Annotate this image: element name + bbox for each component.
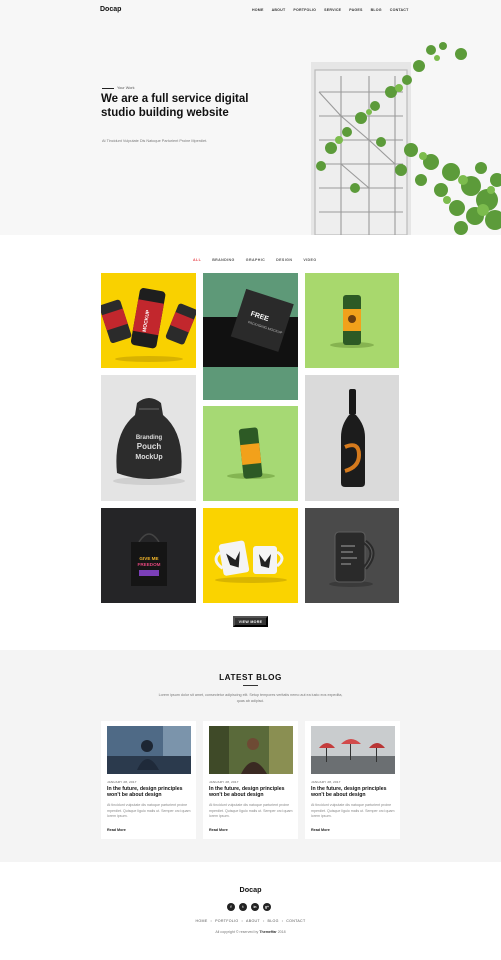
- nav-item-contact[interactable]: CONTACT: [390, 8, 409, 12]
- hero-tag-label: Your Work: [117, 86, 135, 90]
- post-date: JANUARY 28, 2017: [107, 780, 137, 784]
- post-title[interactable]: In the future, design principles won't b…: [209, 786, 293, 799]
- footer-link-home[interactable]: HOME: [196, 919, 208, 923]
- blog-card: JANUARY 28, 2017 In the future, design p…: [101, 721, 196, 839]
- nav-item-blog[interactable]: BLOG: [371, 8, 382, 12]
- hero-section: Docap HOME ABOUT PORTFOLIO SERVICE PAGES…: [0, 0, 501, 235]
- portfolio-item-cans[interactable]: MOCKUP: [101, 273, 196, 368]
- pouch-mockup-image: Branding Pouch MockUp: [113, 398, 185, 485]
- post-title[interactable]: In the future, design principles won't b…: [311, 786, 395, 799]
- post-excerpt: At tincidunt vulputate dis natoque partu…: [311, 803, 395, 819]
- footer-link-blog[interactable]: BLOG: [268, 919, 279, 923]
- blog-image-girl-forest[interactable]: [209, 726, 293, 774]
- cans-mockup-image: MOCKUP: [101, 288, 196, 362]
- blog-card: JANUARY 28, 2017 In the future, design p…: [203, 721, 298, 839]
- post-date: JANUARY 28, 2017: [311, 780, 341, 784]
- copyright-prefix: All copyright © reserved by: [215, 930, 259, 934]
- portfolio-item-packaging[interactable]: FREE PACKAGING MOCKUP: [203, 273, 298, 400]
- portfolio-item-mugs[interactable]: [203, 508, 298, 603]
- portfolio-item-bottle[interactable]: [305, 375, 399, 501]
- hero-tag-line: [102, 87, 114, 89]
- footer-nav: HOME • PORTFOLIO • ABOUT • BLOG • CONTAC…: [0, 919, 501, 923]
- footer-link-about[interactable]: ABOUT: [246, 919, 260, 923]
- copyright-brand[interactable]: Themeffar: [259, 930, 276, 934]
- portfolio-item-green-can[interactable]: [305, 273, 399, 368]
- copyright-year: 2018: [277, 930, 286, 934]
- footer-link-contact[interactable]: CONTACT: [286, 919, 305, 923]
- read-more-link[interactable]: Read More: [209, 828, 228, 832]
- post-excerpt: At tincidunt vulputate dis natoque partu…: [107, 803, 191, 819]
- hero-tag: Your Work: [102, 86, 135, 90]
- nav-item-pages[interactable]: PAGES: [349, 8, 362, 12]
- post-title[interactable]: In the future, design principles won't b…: [107, 786, 191, 799]
- google-plus-icon[interactable]: g+: [263, 903, 271, 911]
- mugs-mockup-image: [214, 540, 287, 583]
- filter-graphic[interactable]: GRAPHIC: [246, 258, 265, 262]
- portfolio-item-glass-mug[interactable]: [305, 508, 399, 603]
- hero-title: We are a full service digital studio bui…: [101, 93, 249, 119]
- read-more-link[interactable]: Read More: [311, 828, 330, 832]
- blog-title: LATEST BLOG: [219, 673, 282, 682]
- nav-item-service[interactable]: SERVICE: [324, 8, 341, 12]
- nav-item-about[interactable]: ABOUT: [272, 8, 286, 12]
- portfolio-item-can-green[interactable]: [203, 406, 298, 501]
- can-green-image: [227, 427, 275, 479]
- footer-separator: •: [262, 919, 265, 923]
- blog-image-umbrellas[interactable]: [311, 726, 395, 774]
- footer-separator: •: [281, 919, 284, 923]
- portfolio-filters: ALL BRANDING GRAPHIC DESIGN VIDEO: [193, 258, 317, 262]
- hero-subtitle: At Tincidunt Vulputate Dis Natoque Partu…: [102, 139, 208, 143]
- pouch-text-1: Branding: [136, 435, 163, 441]
- footer-logo[interactable]: Docap: [0, 885, 501, 894]
- nav-item-portfolio[interactable]: PORTFOLIO: [293, 8, 316, 12]
- site-logo[interactable]: Docap: [100, 6, 121, 13]
- packaging-mockup-image: FREE PACKAGING MOCKUP: [203, 288, 298, 400]
- filter-branding[interactable]: BRANDING: [212, 258, 235, 262]
- filter-video[interactable]: VIDEO: [303, 258, 316, 262]
- blog-image-woman-sitting[interactable]: [107, 726, 191, 774]
- bag-text-2: FREEDOM: [138, 562, 161, 567]
- portfolio-item-bag[interactable]: GIVE ME FREEDOM: [101, 508, 196, 603]
- bottle-mockup-image: [341, 389, 365, 487]
- main-nav: HOME ABOUT PORTFOLIO SERVICE PAGES BLOG …: [252, 8, 408, 12]
- blog-description: Lorem ipsum dolor sit amet, consectetur …: [158, 693, 343, 704]
- blog-card: JANUARY 28, 2017 In the future, design p…: [305, 721, 400, 839]
- filter-all[interactable]: ALL: [193, 258, 201, 262]
- hero-building-illustration: [311, 40, 501, 235]
- footer-separator: •: [210, 919, 213, 923]
- bag-mockup-image: GIVE ME FREEDOM: [131, 533, 167, 586]
- footer-link-portfolio[interactable]: PORTFOLIO: [215, 919, 238, 923]
- facebook-icon[interactable]: f: [227, 903, 235, 911]
- filter-design[interactable]: DESIGN: [276, 258, 292, 262]
- twitter-icon[interactable]: t: [239, 903, 247, 911]
- view-more-button[interactable]: VIEW MORE: [233, 616, 268, 627]
- post-date: JANUARY 28, 2017: [209, 780, 239, 784]
- copyright-text: All copyright © reserved by Themeffar 20…: [0, 930, 501, 934]
- read-more-link[interactable]: Read More: [107, 828, 126, 832]
- green-can-image: [330, 295, 374, 348]
- post-excerpt: At tincidunt vulputate dis natoque partu…: [209, 803, 293, 819]
- pouch-text-3: MockUp: [135, 454, 162, 461]
- footer-separator: •: [241, 919, 244, 923]
- nav-item-home[interactable]: HOME: [252, 8, 264, 12]
- portfolio-item-pouch[interactable]: Branding Pouch MockUp: [101, 375, 196, 501]
- glass-mug-image: [329, 531, 375, 587]
- social-links: f t in g+: [227, 903, 271, 911]
- blog-title-divider: [243, 685, 258, 686]
- linkedin-icon[interactable]: in: [251, 903, 259, 911]
- pouch-text-2: Pouch: [137, 442, 162, 451]
- bag-text-1: GIVE ME: [139, 556, 158, 561]
